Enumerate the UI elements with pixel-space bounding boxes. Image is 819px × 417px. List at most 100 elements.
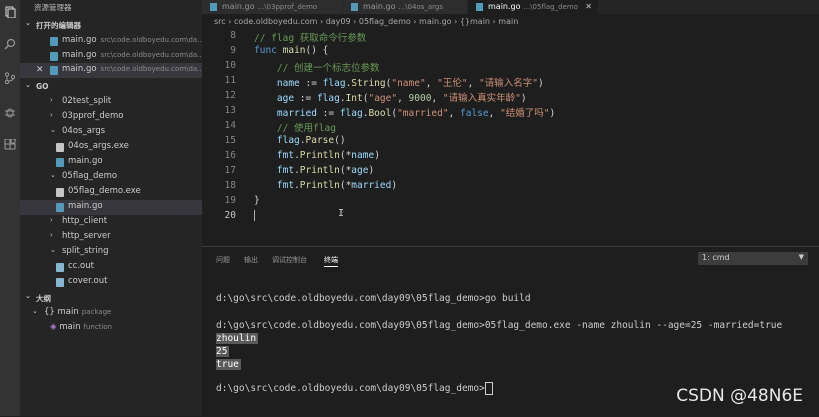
line-number: 11: [224, 75, 236, 86]
go-file-icon: [351, 3, 358, 11]
extensions-icon[interactable]: [2, 137, 18, 153]
tree-file[interactable]: 04os_args.exe: [20, 140, 202, 155]
code-line-current: [254, 210, 255, 221]
debug-icon[interactable]: [2, 104, 18, 120]
terminal-line: 25: [216, 346, 230, 357]
tab-editor[interactable]: main.go ...\04os_args: [343, 0, 467, 14]
workspace-header[interactable]: ⌄ GO: [20, 81, 202, 93]
go-file-icon: [56, 158, 64, 167]
open-editor-item-active[interactable]: ✕ main.go src\code.oldboyedu.com\da...: [20, 63, 202, 78]
tab-debug-console[interactable]: 调试控制台: [272, 255, 307, 265]
chevron-down-icon: ⌄: [25, 292, 31, 300]
text-cursor-icon: I: [338, 208, 345, 219]
chevron-down-icon: ⌄: [32, 307, 38, 315]
open-editor-item[interactable]: main.go src\code.oldboyedu.com\da...: [20, 34, 202, 49]
explorer-sidebar: 资源管理器 ⌄ 打开的编辑器 main.go src\code.oldboyedu…: [20, 0, 202, 416]
line-number: 8: [230, 30, 236, 41]
terminal-cursor: [484, 382, 493, 395]
source-control-icon[interactable]: [2, 70, 18, 86]
chevron-down-icon: ⌄: [50, 246, 56, 254]
code-editor[interactable]: 8 9 10 11 12 13 14 15 16 17 18 19 20 // …: [202, 30, 819, 245]
code-line: fmt.Println(*age): [276, 165, 375, 176]
terminal-line: d:\go\src\code.oldboyedu.com\day09\05fla…: [216, 320, 783, 331]
tree-file[interactable]: cover.out: [20, 275, 202, 290]
code-line: func main() {: [254, 45, 329, 56]
code-line: flag.Parse(): [276, 135, 346, 146]
explorer-icon[interactable]: [2, 4, 18, 20]
package-icon: {}: [44, 307, 55, 317]
chevron-right-icon: ›: [50, 216, 53, 224]
tree-folder[interactable]: › http_client: [20, 215, 202, 230]
outline-item[interactable]: ⌄ {} main package: [20, 306, 202, 321]
tab-editor-active[interactable]: main.go ...\05flag_demo ✕: [468, 0, 598, 14]
tree-folder[interactable]: › 03pprof_demo: [20, 110, 202, 125]
line-number: 9: [230, 45, 236, 56]
close-icon[interactable]: ✕: [585, 2, 592, 11]
code-line: }: [254, 195, 260, 206]
terminal-line: d:\go\src\code.oldboyedu.com\day09\05fla…: [216, 293, 531, 304]
exe-file-icon: [56, 188, 64, 197]
code-line: // 创建一个标志位参数: [254, 63, 380, 74]
activity-bar: [0, 0, 20, 416]
file-icon: [56, 278, 64, 287]
code-line: // 使用flag: [254, 123, 336, 134]
search-icon[interactable]: [2, 36, 18, 52]
tree-file[interactable]: main.go: [20, 155, 202, 170]
tree-folder[interactable]: ⌄ 05flag_demo: [20, 170, 202, 185]
tree-file-selected[interactable]: main.go: [20, 200, 202, 215]
chevron-right-icon: ›: [50, 231, 53, 239]
function-icon: ◈: [50, 322, 57, 332]
tree-folder[interactable]: › http_server: [20, 230, 202, 245]
line-number: 12: [224, 90, 236, 101]
code-line: married := flag.Bool("married", false, "…: [276, 108, 556, 119]
go-file-icon: [50, 37, 58, 46]
exe-file-icon: [56, 143, 64, 152]
line-number: 20: [224, 210, 236, 221]
tree-file[interactable]: 05flag_demo.exe: [20, 185, 202, 200]
tab-terminal[interactable]: 终端: [324, 255, 338, 267]
line-number: 18: [224, 180, 236, 191]
breadcrumb[interactable]: src › code.oldboyedu.com › day09 › 05fla…: [214, 17, 518, 26]
line-number: 14: [224, 120, 236, 131]
line-number: 19: [224, 195, 236, 206]
code-line: name := flag.String("name", "王伦", "请输入名字…: [276, 78, 544, 89]
line-number: 13: [224, 105, 236, 116]
chevron-down-icon: ⌄: [50, 171, 56, 179]
code-line: fmt.Println(*married): [276, 180, 398, 191]
file-icon: [56, 263, 64, 272]
code-line: fmt.Println(*name): [276, 150, 380, 161]
chevron-down-icon: ⌄: [25, 19, 31, 27]
go-file-icon: [476, 3, 483, 11]
terminal-prompt[interactable]: d:\go\src\code.oldboyedu.com\day09\05fla…: [216, 382, 493, 395]
outline-item[interactable]: ◈ main function: [20, 321, 202, 336]
line-number: 10: [224, 60, 236, 71]
watermark: CSDN @48N6E: [676, 386, 803, 406]
terminal-select[interactable]: 1: cmd ▼: [698, 252, 808, 265]
outline-header[interactable]: ⌄ 大纲: [20, 292, 202, 304]
tab-problems[interactable]: 问题: [216, 255, 230, 265]
tab-editor[interactable]: main.go ...\03pprof_demo: [202, 0, 342, 14]
open-editors-header[interactable]: ⌄ 打开的编辑器: [20, 19, 202, 31]
chevron-down-icon: ▼: [798, 253, 804, 261]
chevron-right-icon: ›: [50, 96, 53, 104]
code-line: // flag 获取命令行参数: [254, 33, 367, 44]
go-file-icon: [56, 203, 64, 212]
code-line: age := flag.Int("age", 9000, "请输入真实年龄"): [276, 93, 527, 104]
close-icon[interactable]: ✕: [36, 65, 44, 75]
chevron-down-icon: ⌄: [50, 126, 56, 134]
sidebar-title: 资源管理器: [34, 3, 72, 12]
line-number: 15: [224, 135, 236, 146]
go-file-icon: [50, 52, 58, 61]
chevron-right-icon: ›: [50, 111, 53, 119]
tree-folder[interactable]: ⌄ 04os_args: [20, 125, 202, 140]
open-editor-item[interactable]: main.go src\code.oldboyedu.com\da...: [20, 49, 202, 64]
tab-output[interactable]: 输出: [244, 255, 258, 265]
line-number: 16: [224, 150, 236, 161]
tree-file[interactable]: cc.out: [20, 260, 202, 275]
go-file-icon: [50, 66, 58, 75]
terminal-line: zhoulin: [216, 333, 259, 344]
terminal-line: true: [216, 359, 241, 370]
chevron-down-icon: ⌄: [25, 81, 31, 89]
tree-folder[interactable]: ⌄ split_string: [20, 245, 202, 260]
tree-folder[interactable]: › 02test_split: [20, 95, 202, 110]
